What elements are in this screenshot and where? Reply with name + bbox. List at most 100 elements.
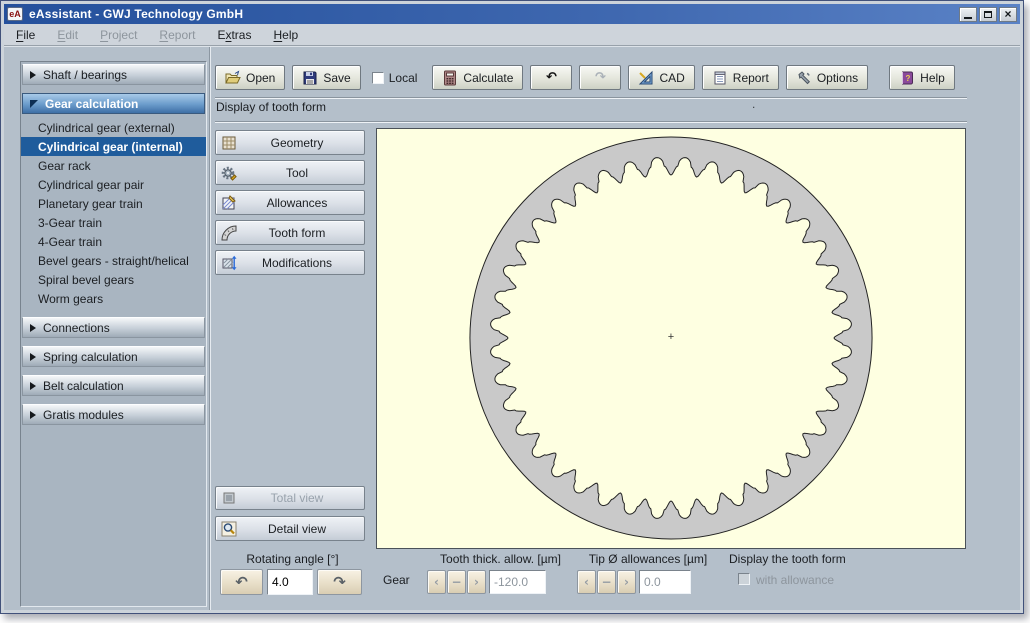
menu-help[interactable]: Help [273,28,298,42]
sidebar-item-3-gear-train[interactable]: 3-Gear train [21,213,206,232]
close-button[interactable]: × [999,7,1017,22]
report-notepad-icon [712,70,728,86]
tip-allowance-input [639,570,691,594]
options-tools-icon [796,70,812,86]
sidebar-item-4-gear-train[interactable]: 4-Gear train [21,232,206,251]
gear-row-label: Gear [383,573,410,587]
section-label: Belt calculation [43,379,124,393]
minimize-button[interactable] [959,7,977,22]
maximize-button[interactable] [979,7,997,22]
sidebar-item-worm-gears[interactable]: Worm gears [21,289,206,308]
toolbar: Open Save Local Calculate ↶ ↷ CA [215,64,955,91]
rotate-ccw-icon: ↶ [235,573,248,591]
modifications-label: Modifications [242,256,352,270]
section-label: Shaft / bearings [43,68,127,82]
calculator-icon [442,70,458,86]
sidebar-divider [209,47,211,610]
sidebar-item-planetary-gear-train[interactable]: Planetary gear train [21,194,206,213]
open-button[interactable]: Open [215,65,285,90]
save-label: Save [323,71,350,85]
sidebar-item-spiral-bevel-gears[interactable]: Spiral bevel gears [21,270,206,289]
local-checkbox-group[interactable]: Local [368,71,422,85]
menu-file[interactable]: File [16,28,35,42]
menu-extras[interactable]: Extras [217,28,251,42]
help-label: Help [920,71,945,85]
menu-edit: Edit [57,28,78,42]
sidebar-section-gratis-modules[interactable]: Gratis modules [22,404,205,425]
local-label: Local [389,71,418,85]
sidebar-item-cylindrical-gear-external[interactable]: Cylindrical gear (external) [21,118,206,137]
section-label: Gratis modules [43,408,124,422]
panel-header: Display of tooth form [216,100,326,114]
sidebar: Shaft / bearings Gear calculation Cylind… [20,61,207,607]
undo-button[interactable]: ↶ [530,65,572,90]
sidebar-section-shaft-bearings[interactable]: Shaft / bearings [22,64,205,85]
sidebar-section-spring-calculation[interactable]: Spring calculation [22,346,205,367]
tip-allowance-label: Tip Ø allowances [µm] [568,552,728,566]
tool-label: Tool [242,166,352,180]
detail-view-magnifier-icon [216,521,242,537]
chevron-left-icon: ‹ [434,575,439,589]
tooth-thickness-decrement-button: ‹ [427,570,446,594]
allowances-button[interactable]: Allowances [215,190,365,215]
geometry-button[interactable]: Geometry [215,130,365,155]
sidebar-section-connections[interactable]: Connections [22,317,205,338]
collapsed-arrow-icon [30,71,36,79]
geometry-grid-icon [216,135,242,151]
window-controls: × [959,7,1017,22]
cad-button[interactable]: CAD [628,65,694,90]
report-button[interactable]: Report [702,65,779,90]
with-allowance-checkbox [738,573,750,585]
cad-set-square-icon [638,70,654,86]
tip-allowance-zero-button: − [597,570,616,594]
sidebar-item-cylindrical-gear-internal[interactable]: Cylindrical gear (internal) [21,137,206,156]
chevron-left-icon: ‹ [584,575,589,589]
save-button[interactable]: Save [292,65,360,90]
tooth-thickness-input [489,570,546,594]
section-label: Gear calculation [45,97,138,111]
allowances-label: Allowances [242,196,352,210]
tooth-form-canvas[interactable]: + [376,128,966,549]
separator [215,97,967,99]
modifications-button[interactable]: Modifications [215,250,365,275]
tool-gear-icon [216,165,242,181]
local-checkbox[interactable] [372,72,384,84]
tooth-form-button[interactable]: Tooth form [215,220,365,245]
sidebar-section-belt-calculation[interactable]: Belt calculation [22,375,205,396]
app-icon: eA [7,7,23,21]
tooth-thickness-zero-button: − [447,570,466,594]
collapsed-arrow-icon [30,382,36,390]
title-bar[interactable]: eA eAssistant - GWJ Technology GmbH × [4,4,1020,24]
report-label: Report [733,71,769,85]
with-allowance-label: with allowance [756,573,834,587]
calculate-button[interactable]: Calculate [432,65,523,90]
total-view-button: Total view [215,486,365,510]
sidebar-item-bevel-gears[interactable]: Bevel gears - straight/helical [21,251,206,270]
total-view-label: Total view [242,491,352,505]
minus-icon: − [601,575,611,589]
chevron-right-icon: › [474,575,479,589]
maximize-icon [984,11,992,18]
save-floppy-icon [302,70,318,86]
bottom-controls: Rotating angle [°] ↶ ↷ Gear Tooth thick.… [213,552,1018,610]
close-icon: × [1004,9,1011,19]
sidebar-item-gear-rack[interactable]: Gear rack [21,156,206,175]
tool-button[interactable]: Tool [215,160,365,185]
geometry-label: Geometry [242,136,352,150]
sidebar-item-cylindrical-gear-pair[interactable]: Cylindrical gear pair [21,175,206,194]
rotate-cw-button[interactable]: ↷ [317,569,362,595]
minus-icon: − [451,575,461,589]
cad-label: CAD [659,71,684,85]
separator [215,121,967,123]
collapsed-arrow-icon [30,411,36,419]
panel-header-dot: . [752,97,755,111]
rotate-ccw-button[interactable]: ↶ [220,569,263,595]
detail-view-button[interactable]: Detail view [215,516,365,541]
help-button[interactable]: ? Help [889,65,955,90]
tooth-thickness-label: Tooth thick. allow. [µm] [413,552,588,566]
menu-report: Report [159,28,195,42]
rotating-angle-input[interactable] [267,569,313,595]
options-button[interactable]: Options [786,65,868,90]
sidebar-section-gear-calculation[interactable]: Gear calculation [22,93,205,114]
svg-text:?: ? [906,74,911,83]
